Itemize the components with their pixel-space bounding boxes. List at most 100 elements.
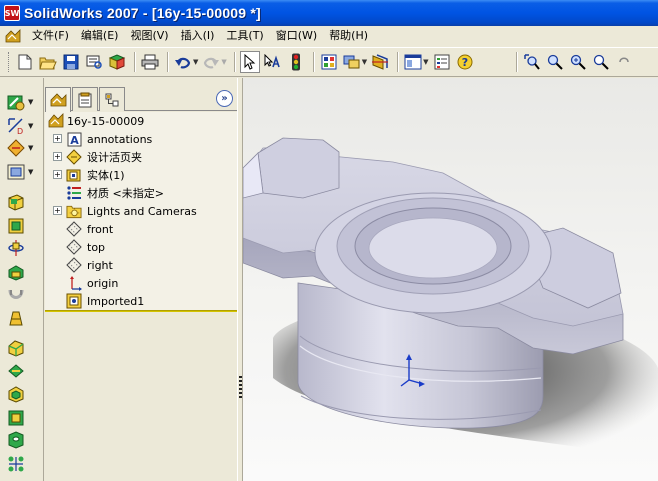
tree-item-design-binder[interactable]: + 设计活页夹 bbox=[45, 148, 237, 166]
toolbar-separator bbox=[312, 52, 315, 72]
splitter-grip-icon[interactable] bbox=[239, 376, 242, 400]
tree-item-material[interactable]: 材质 <未指定> bbox=[45, 184, 237, 202]
tab-configuration-manager[interactable] bbox=[99, 87, 125, 111]
rotate-view-icon[interactable] bbox=[614, 51, 634, 73]
expand-panel-button[interactable]: » bbox=[216, 90, 233, 107]
expand-toggle-icon[interactable]: + bbox=[53, 206, 62, 215]
menu-window[interactable]: 窗口(W) bbox=[270, 27, 323, 45]
sketch-icon[interactable] bbox=[6, 92, 26, 112]
extruded-boss-icon[interactable] bbox=[6, 192, 26, 212]
hole-wizard-icon[interactable] bbox=[6, 430, 26, 450]
chamfer-icon[interactable] bbox=[6, 338, 26, 358]
imported-feature-icon bbox=[66, 293, 82, 309]
menu-insert[interactable]: 插入(I) bbox=[175, 27, 221, 45]
view-orientation-dropdown-icon[interactable]: ▼ bbox=[362, 58, 367, 66]
feature-tree-empty-area bbox=[45, 312, 237, 481]
feature-tree: 16y-15-00009 + A annotations + 设计活页夹 + 实… bbox=[45, 112, 237, 312]
shell-icon[interactable] bbox=[6, 384, 26, 404]
tree-item-lights-cameras[interactable]: + Lights and Cameras bbox=[45, 202, 237, 220]
part-name: 16y-15-00009 bbox=[67, 114, 145, 128]
tab-feature-manager[interactable] bbox=[45, 87, 71, 112]
menu-bar: 文件(F) 编辑(E) 视图(V) 插入(I) 工具(T) 窗口(W) 帮助(H… bbox=[0, 26, 658, 46]
title-bar[interactable]: SW SolidWorks 2007 - [16y-15-00009 *] bbox=[0, 0, 658, 26]
standard-toolbar: ▼ ▼ ▼ ▼ ? bbox=[0, 47, 658, 77]
tree-root[interactable]: 16y-15-00009 bbox=[45, 112, 237, 130]
tree-item-top-plane[interactable]: top bbox=[45, 238, 237, 256]
origin-icon bbox=[66, 275, 82, 291]
tree-item-front-plane[interactable]: front bbox=[45, 220, 237, 238]
svg-text:?: ? bbox=[461, 56, 467, 69]
new-document-icon[interactable] bbox=[15, 51, 35, 73]
fillet-icon[interactable] bbox=[6, 308, 26, 328]
tree-item-label: top bbox=[87, 240, 106, 254]
tab-property-manager[interactable] bbox=[72, 87, 98, 111]
document-menu-icon[interactable] bbox=[4, 28, 22, 44]
menu-tools[interactable]: 工具(T) bbox=[220, 27, 269, 45]
tree-item-label: Lights and Cameras bbox=[87, 204, 197, 218]
help-icon[interactable]: ? bbox=[455, 51, 475, 73]
undo-dropdown-icon[interactable]: ▼ bbox=[193, 58, 198, 66]
view-orientation-icon[interactable] bbox=[342, 51, 362, 73]
select-pointer-icon[interactable] bbox=[239, 51, 260, 73]
window-tile-dropdown-icon[interactable]: ▼ bbox=[423, 58, 428, 66]
toolbar-grip[interactable] bbox=[8, 52, 11, 72]
svg-text:D: D bbox=[17, 127, 23, 136]
tree-item-label: 实体(1) bbox=[87, 169, 125, 182]
extruded-cut-icon[interactable] bbox=[6, 216, 26, 236]
menu-help[interactable]: 帮助(H) bbox=[323, 27, 374, 45]
feature-manager-panel: » 16y-15-00009 + A annotations + 设计活页夹 +… bbox=[45, 78, 237, 481]
menu-edit[interactable]: 编辑(E) bbox=[75, 27, 125, 45]
solidworks-logo-icon: SW bbox=[4, 5, 20, 21]
redo-icon[interactable] bbox=[201, 51, 221, 73]
rebuild-traffic-light-icon[interactable] bbox=[286, 51, 306, 73]
sketch-tools-dropdown-icon[interactable]: ▼ bbox=[28, 168, 33, 176]
rib-icon[interactable] bbox=[6, 361, 26, 381]
zoom-in-out-icon[interactable] bbox=[568, 51, 588, 73]
print-icon[interactable] bbox=[140, 51, 160, 73]
sketch-dropdown-icon[interactable]: ▼ bbox=[28, 98, 33, 106]
smart-dimension-icon[interactable]: D bbox=[6, 116, 26, 136]
revolved-boss-icon[interactable] bbox=[6, 238, 26, 258]
sketch-entity-dropdown-icon[interactable]: ▼ bbox=[28, 144, 33, 152]
graphics-area[interactable] bbox=[243, 78, 658, 481]
tree-item-label: right bbox=[87, 258, 113, 272]
toolbar-separator bbox=[397, 52, 400, 72]
tree-item-solid-bodies[interactable]: + 实体(1) bbox=[45, 166, 237, 184]
expand-toggle-icon[interactable]: + bbox=[53, 134, 62, 143]
dimension-dropdown-icon[interactable]: ▼ bbox=[28, 122, 33, 130]
toolbar-separator bbox=[167, 52, 169, 72]
menu-view[interactable]: 视图(V) bbox=[124, 27, 174, 45]
pattern-icon[interactable] bbox=[6, 454, 26, 474]
sketch-tools-icon[interactable] bbox=[6, 162, 26, 182]
publish-icon[interactable] bbox=[107, 51, 127, 73]
undo-icon[interactable] bbox=[173, 51, 193, 73]
section-view-icon[interactable] bbox=[370, 51, 390, 73]
window-tile-icon[interactable] bbox=[403, 51, 423, 73]
plane-icon bbox=[66, 239, 82, 255]
properties-list-icon[interactable] bbox=[432, 51, 452, 73]
options-grid-icon[interactable] bbox=[319, 51, 339, 73]
tree-item-origin[interactable]: origin bbox=[45, 274, 237, 292]
window-title: SolidWorks 2007 - [16y-15-00009 *] bbox=[24, 5, 261, 21]
save-icon[interactable] bbox=[61, 51, 81, 73]
lofted-boss-icon[interactable] bbox=[6, 286, 26, 306]
tree-item-label: annotations bbox=[87, 132, 153, 146]
tree-item-imported1[interactable]: Imported1 bbox=[45, 292, 237, 310]
rebuild-select-icon[interactable] bbox=[263, 51, 283, 73]
draft-icon[interactable] bbox=[6, 408, 26, 428]
redo-dropdown-icon[interactable]: ▼ bbox=[221, 58, 226, 66]
sketch-entity-icon[interactable] bbox=[6, 138, 26, 158]
swept-boss-icon[interactable] bbox=[6, 262, 26, 282]
tree-item-right-plane[interactable]: right bbox=[45, 256, 237, 274]
print-preview-icon[interactable] bbox=[84, 51, 104, 73]
expand-toggle-icon[interactable]: + bbox=[53, 170, 62, 179]
open-folder-icon[interactable] bbox=[38, 51, 58, 73]
zoom-to-fit-icon[interactable] bbox=[522, 51, 542, 73]
menu-file[interactable]: 文件(F) bbox=[26, 27, 75, 45]
zoom-area-icon[interactable] bbox=[545, 51, 565, 73]
model-view[interactable] bbox=[243, 78, 658, 481]
tree-item-annotations[interactable]: + A annotations bbox=[45, 130, 237, 148]
zoom-to-selection-icon[interactable] bbox=[591, 51, 611, 73]
material-icon bbox=[66, 185, 82, 201]
expand-toggle-icon[interactable]: + bbox=[53, 152, 62, 161]
